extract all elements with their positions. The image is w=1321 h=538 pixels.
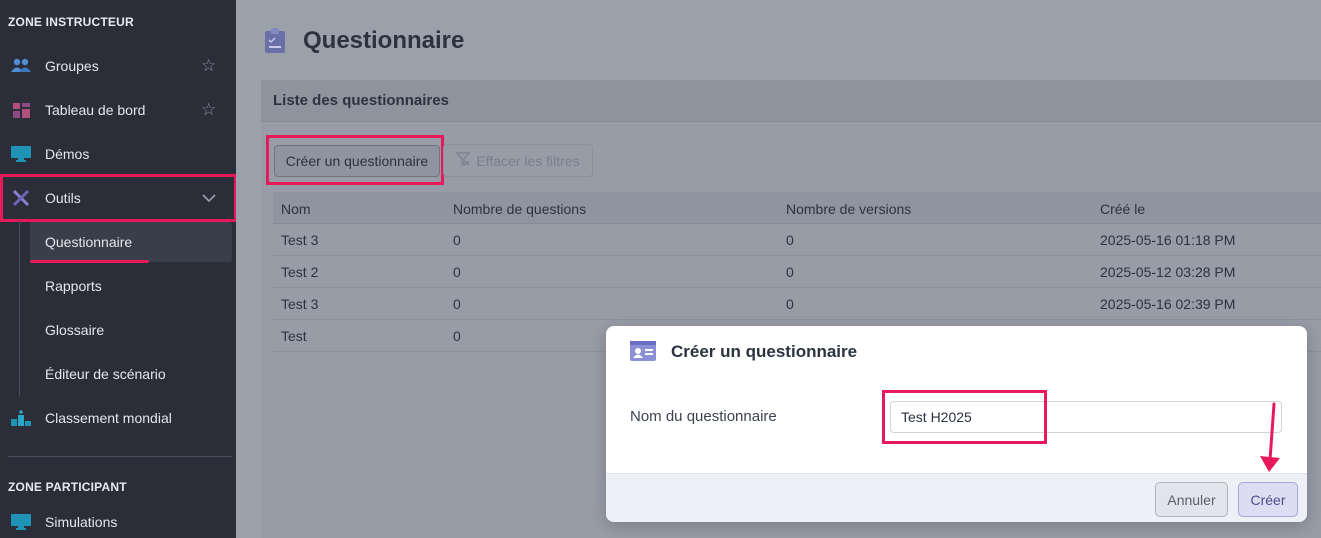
- cell-versions: 0: [786, 264, 794, 280]
- sidebar-item-label: Simulations: [45, 514, 118, 530]
- annotation-highlight-create: [266, 135, 444, 185]
- sidebar-item-label: Groupes: [45, 58, 99, 74]
- header-cree-le[interactable]: Créé le: [1100, 201, 1145, 217]
- cell-created: 2025-05-16 02:39 PM: [1100, 296, 1236, 312]
- sidebar-item-label: Classement mondial: [45, 410, 172, 426]
- cell-nom: Test 3: [281, 296, 319, 312]
- card-title: Liste des questionnaires: [273, 92, 449, 109]
- dialog-footer: Annuler Créer: [606, 473, 1307, 522]
- submenu-line: [19, 220, 20, 396]
- dialog-title: Créer un questionnaire: [671, 342, 858, 361]
- cell-questions: 0: [453, 328, 461, 344]
- cancel-button[interactable]: Annuler: [1155, 482, 1228, 517]
- monitor-icon: [11, 144, 31, 164]
- sidebar-item-simulations[interactable]: Simulations: [0, 500, 236, 538]
- annotation-arrow: [1258, 402, 1286, 479]
- sidebar-subitem-label: Rapports: [45, 278, 102, 294]
- annotation-highlight-outils: [0, 174, 237, 222]
- table-header: Nom Nombre de questions Nombre de versio…: [273, 192, 1321, 224]
- clear-filters-button[interactable]: Effacer les filtres: [443, 144, 593, 177]
- sidebar-item-label: Démos: [45, 146, 90, 162]
- star-icon[interactable]: ☆: [201, 56, 216, 76]
- star-icon[interactable]: ☆: [201, 100, 216, 120]
- sidebar-item-groupes[interactable]: Groupes ☆: [0, 44, 236, 88]
- header-nombre-versions[interactable]: Nombre de versions: [786, 201, 911, 217]
- cell-nom: Test: [281, 328, 307, 344]
- create-questionnaire-dialog: Créer un questionnaire Nom du questionna…: [606, 326, 1307, 522]
- sidebar-subitem-editeur-scenario[interactable]: Éditeur de scénario: [30, 354, 232, 394]
- sidebar-subitem-rapports[interactable]: Rapports: [30, 266, 232, 306]
- id-card-icon: [630, 341, 656, 366]
- clipboard-icon: [265, 28, 285, 58]
- cell-questions: 0: [453, 296, 461, 312]
- cell-nom: Test 2: [281, 264, 319, 280]
- cell-created: 2025-05-16 01:18 PM: [1100, 232, 1236, 248]
- table-row[interactable]: Test 3 0 0 2025-05-16 02:39 PM: [273, 288, 1321, 320]
- sidebar-subitem-label: Questionnaire: [45, 234, 133, 250]
- cell-versions: 0: [786, 232, 794, 248]
- podium-icon: [11, 408, 31, 428]
- sidebar-subitem-glossaire[interactable]: Glossaire: [30, 310, 232, 350]
- table-row[interactable]: Test 2 0 0 2025-05-12 03:28 PM: [273, 256, 1321, 288]
- cell-questions: 0: [453, 232, 461, 248]
- users-icon: [11, 56, 31, 76]
- sidebar-item-tableau-de-bord[interactable]: Tableau de bord ☆: [0, 88, 236, 132]
- create-button[interactable]: Créer: [1238, 482, 1298, 517]
- filter-clear-icon: [456, 152, 471, 169]
- clear-filters-label: Effacer les filtres: [476, 152, 580, 169]
- cell-versions: 0: [786, 296, 794, 312]
- zone-participant-title: ZONE PARTICIPANT: [8, 480, 127, 494]
- sidebar-divider: [8, 456, 232, 457]
- card-header: Liste des questionnaires: [261, 80, 1321, 122]
- header-nom[interactable]: Nom: [281, 201, 311, 217]
- sidebar-subitem-questionnaire[interactable]: Questionnaire: [30, 222, 232, 262]
- cell-created: 2025-05-12 03:28 PM: [1100, 264, 1236, 280]
- sidebar-subitem-label: Éditeur de scénario: [45, 366, 166, 382]
- sidebar-item-label: Tableau de bord: [45, 102, 146, 118]
- sidebar-subitem-label: Glossaire: [45, 322, 105, 338]
- table-row[interactable]: Test 3 0 0 2025-05-16 01:18 PM: [273, 224, 1321, 256]
- cell-nom: Test 3: [281, 232, 319, 248]
- header-nombre-questions[interactable]: Nombre de questions: [453, 201, 586, 217]
- annotation-highlight-name-input: [882, 390, 1047, 444]
- sidebar-item-demos[interactable]: Démos: [0, 132, 236, 176]
- cell-questions: 0: [453, 264, 461, 280]
- page-title: Questionnaire: [303, 27, 465, 54]
- monitor-icon: [11, 512, 31, 532]
- questionnaire-name-label: Nom du questionnaire: [630, 408, 777, 425]
- sidebar: ZONE INSTRUCTEUR Groupes ☆ Tableau de bo…: [0, 0, 237, 538]
- dashboard-icon: [11, 100, 31, 120]
- annotation-underline: [30, 260, 149, 263]
- zone-instructor-title: ZONE INSTRUCTEUR: [8, 15, 134, 29]
- sidebar-item-classement-mondial[interactable]: Classement mondial: [0, 396, 236, 440]
